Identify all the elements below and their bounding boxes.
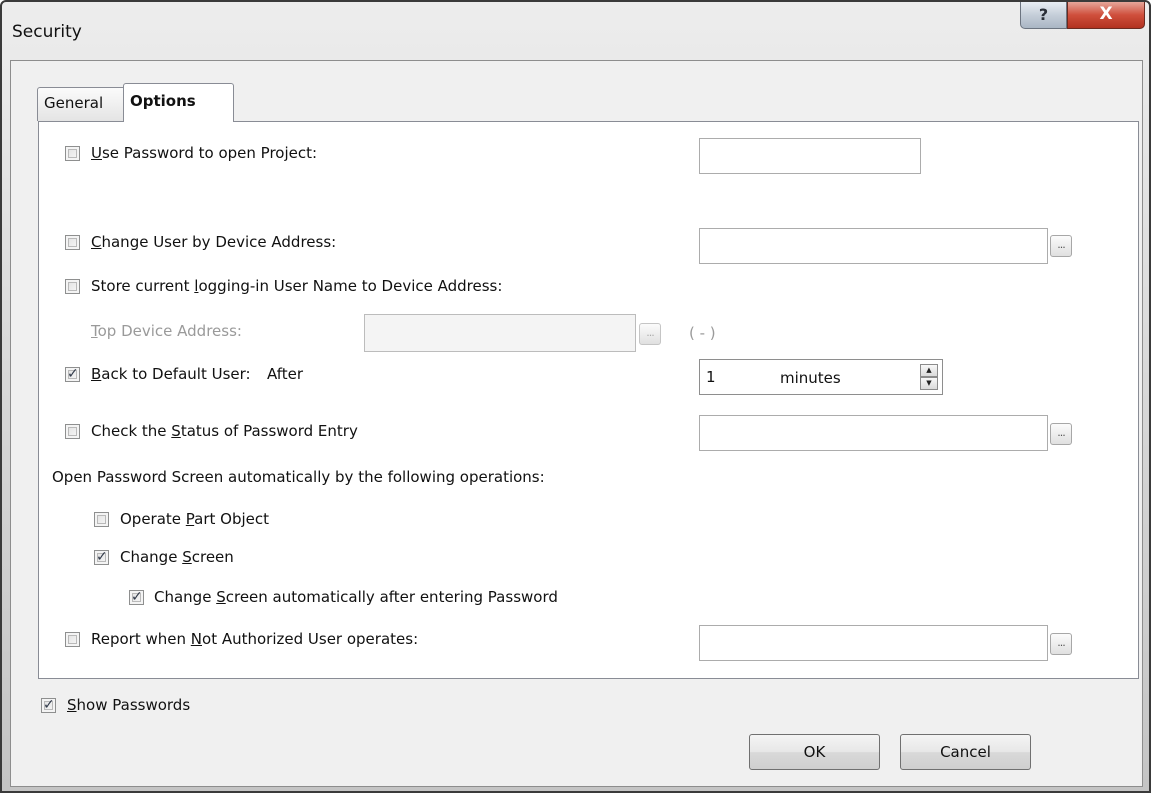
top-device-address-field: [364, 314, 636, 352]
top-device-range: ( - ): [689, 324, 716, 342]
store-user-label: Store current logging-in User Name to De…: [91, 277, 503, 295]
security-dialog: Security ? X General Options Use Passwor…: [0, 0, 1151, 793]
minutes-spinbox[interactable]: 1 minutes ▲ ▼: [699, 359, 943, 395]
change-user-browse-button[interactable]: ...: [1050, 235, 1072, 257]
change-user-address-field[interactable]: [699, 228, 1048, 264]
change-user-checkbox[interactable]: [65, 235, 80, 250]
check-icon: ✓: [131, 589, 143, 605]
spin-up-button[interactable]: ▲: [920, 364, 938, 377]
check-icon: ✓: [67, 366, 79, 382]
show-passwords-checkbox[interactable]: ✓: [41, 697, 56, 713]
check-status-checkbox[interactable]: [65, 424, 80, 439]
check-status-label: Check the Status of Password Entry: [91, 422, 358, 440]
check-icon: ✓: [96, 549, 108, 565]
ellipsis-icon: ...: [1057, 238, 1065, 251]
minutes-unit: minutes: [780, 369, 841, 387]
tab-options[interactable]: Options: [123, 83, 234, 122]
help-button[interactable]: ?: [1020, 2, 1067, 29]
tab-general[interactable]: General: [37, 87, 127, 121]
operate-part-label: Operate Part Object: [120, 510, 270, 528]
change-user-label: Change User by Device Address:: [91, 233, 337, 251]
change-screen-label: Change Screen: [120, 548, 234, 566]
tab-general-label: General: [44, 94, 104, 112]
ok-button[interactable]: OK: [749, 734, 880, 770]
tab-options-label: Options: [130, 92, 196, 110]
open-screen-heading: Open Password Screen automatically by th…: [52, 468, 545, 486]
arrow-down-icon: ▼: [926, 379, 932, 387]
check-status-browse-button[interactable]: ...: [1050, 423, 1072, 445]
minutes-value[interactable]: 1: [706, 368, 716, 386]
use-password-label: Use Password to open Project:: [91, 144, 318, 162]
back-default-label: Back to Default User:: [91, 365, 251, 383]
report-address-field[interactable]: [699, 625, 1048, 661]
arrow-up-icon: ▲: [926, 366, 932, 374]
top-device-address-label: Top Device Address:: [91, 322, 242, 340]
options-panel: Use Password to open Project: Change Use…: [38, 121, 1139, 679]
ellipsis-icon: ...: [1057, 426, 1065, 439]
ellipsis-icon: ...: [1057, 636, 1065, 649]
help-icon: ?: [1038, 5, 1049, 24]
top-device-browse-button: ...: [639, 323, 661, 345]
report-label: Report when Not Authorized User operates…: [91, 630, 419, 648]
title-bar[interactable]: Security ? X: [2, 2, 1149, 64]
spin-down-button[interactable]: ▼: [920, 377, 938, 390]
show-passwords-label: Show Passwords: [67, 696, 191, 714]
check-status-address-field[interactable]: [699, 415, 1048, 451]
close-icon: X: [1099, 4, 1113, 24]
dialog-client: General Options Use Password to open Pro…: [10, 60, 1143, 787]
use-password-checkbox[interactable]: [65, 146, 80, 161]
change-screen-checkbox[interactable]: ✓: [94, 549, 109, 565]
check-icon: ✓: [43, 697, 55, 713]
window-title: Security: [12, 22, 82, 42]
ellipsis-icon: ...: [646, 326, 654, 339]
cancel-button[interactable]: Cancel: [900, 734, 1031, 770]
close-button[interactable]: X: [1067, 2, 1145, 29]
project-password-field[interactable]: [699, 138, 921, 174]
change-screen-auto-checkbox[interactable]: ✓: [129, 589, 144, 605]
change-screen-auto-label: Change Screen automatically after enteri…: [154, 588, 558, 606]
operate-part-checkbox[interactable]: [94, 512, 109, 527]
store-user-checkbox[interactable]: [65, 279, 80, 294]
report-checkbox[interactable]: [65, 632, 80, 647]
report-browse-button[interactable]: ...: [1050, 633, 1072, 655]
after-label: After: [267, 365, 304, 383]
back-default-checkbox[interactable]: ✓: [65, 366, 80, 382]
